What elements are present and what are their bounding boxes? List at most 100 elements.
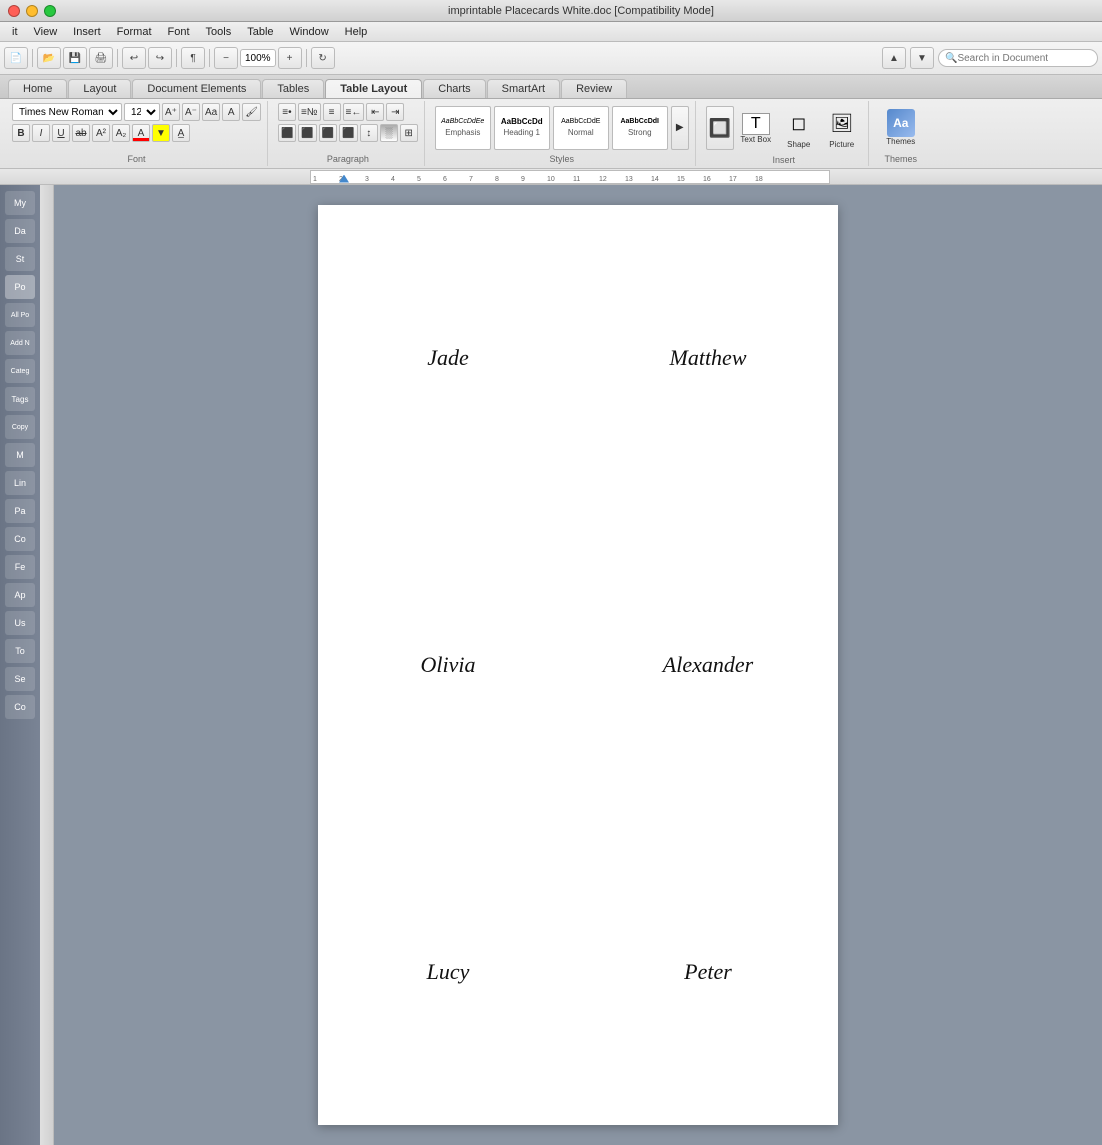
- sidebar-item-categ[interactable]: Categ: [5, 359, 35, 383]
- font-case[interactable]: Aa: [202, 103, 220, 121]
- maximize-button[interactable]: [44, 5, 56, 17]
- align-right[interactable]: ⬛: [319, 124, 337, 142]
- highlight-button[interactable]: ▼: [152, 124, 170, 142]
- pilcrow-button[interactable]: ¶: [181, 47, 205, 69]
- sidebar-item-lin[interactable]: Lin: [5, 471, 35, 495]
- tab-document-elements[interactable]: Document Elements: [132, 79, 261, 98]
- align-left[interactable]: ⬛: [278, 124, 296, 142]
- redo-button[interactable]: ↪: [148, 47, 172, 69]
- media-insert-button[interactable]: 🔲: [706, 106, 734, 150]
- font-size-select[interactable]: 12: [124, 103, 160, 121]
- scroll-up[interactable]: ▲: [882, 47, 906, 69]
- paragraph-section-label: Paragraph: [278, 152, 418, 164]
- minimize-button[interactable]: [26, 5, 38, 17]
- sidebar-item-st[interactable]: St: [5, 247, 35, 271]
- sidebar-item-fe[interactable]: Fe: [5, 555, 35, 579]
- style-emphasis[interactable]: AaBbCcDdEe Emphasis: [435, 106, 491, 150]
- ribbon-paragraph-section: ≡• ≡№ ≡ ≡← ⇤ ⇥ ⬛ ⬛ ⬛ ⬛ ↕ ░ ⊞ Paragraph: [272, 101, 425, 166]
- zoom-in[interactable]: +: [278, 47, 302, 69]
- align-center[interactable]: ⬛: [298, 124, 316, 142]
- menu-help[interactable]: Help: [337, 25, 376, 39]
- sidebar-item-da[interactable]: Da: [5, 219, 35, 243]
- line-spacing[interactable]: ↕: [360, 124, 378, 142]
- window-title: imprintable Placecards White.doc [Compat…: [68, 5, 1094, 17]
- underline-button[interactable]: U: [52, 124, 70, 142]
- sidebar-item-tags[interactable]: Tags: [5, 387, 35, 411]
- tab-home[interactable]: Home: [8, 79, 67, 98]
- open-button[interactable]: 📂: [37, 47, 61, 69]
- menu-tools[interactable]: Tools: [198, 25, 240, 39]
- tab-layout[interactable]: Layout: [68, 79, 131, 98]
- picture-button[interactable]: 🖼 Picture: [822, 103, 862, 153]
- zoom-out[interactable]: −: [214, 47, 238, 69]
- sidebar-item-ap[interactable]: Ap: [5, 583, 35, 607]
- search-input[interactable]: [957, 53, 1091, 64]
- sidebar-item-se[interactable]: Se: [5, 667, 35, 691]
- number-list[interactable]: ≡№: [298, 103, 321, 121]
- sidebar-item-m[interactable]: M: [5, 443, 35, 467]
- insert-section-label: Insert: [706, 153, 862, 165]
- strikethrough-button[interactable]: ab: [72, 124, 90, 142]
- styles-more[interactable]: ▶: [671, 106, 689, 150]
- style-normal[interactable]: AaBbCcDdE Normal: [553, 106, 609, 150]
- menu-format[interactable]: Format: [109, 25, 160, 39]
- menu-insert[interactable]: Insert: [65, 25, 109, 39]
- save-button[interactable]: 💾: [63, 47, 87, 69]
- style-strong[interactable]: AaBbCcDdI Strong: [612, 106, 668, 150]
- undo-button[interactable]: ↩: [122, 47, 146, 69]
- refresh-button[interactable]: ↻: [311, 47, 335, 69]
- bullet-list[interactable]: ≡•: [278, 103, 296, 121]
- style-heading1[interactable]: AaBbCcDd Heading 1: [494, 106, 550, 150]
- menu-view[interactable]: View: [26, 25, 66, 39]
- decrease-indent[interactable]: ⇤: [366, 103, 384, 121]
- sidebar-item-pa[interactable]: Pa: [5, 499, 35, 523]
- subscript-button[interactable]: A₂: [112, 124, 130, 142]
- tab-review[interactable]: Review: [561, 79, 627, 98]
- tab-table-layout[interactable]: Table Layout: [325, 79, 422, 98]
- outline-list[interactable]: ≡: [323, 103, 341, 121]
- superscript-button[interactable]: A²: [92, 124, 110, 142]
- align-justify[interactable]: ⬛: [339, 124, 357, 142]
- italic-button[interactable]: I: [32, 124, 50, 142]
- sidebar-item-co2[interactable]: Co: [5, 695, 35, 719]
- print-button[interactable]: 🖨: [89, 47, 113, 69]
- sidebar-item-co[interactable]: Co: [5, 527, 35, 551]
- borders[interactable]: ⊞: [400, 124, 418, 142]
- font-clear[interactable]: A: [222, 103, 240, 121]
- sidebar-item-us[interactable]: Us: [5, 611, 35, 635]
- font-name-select[interactable]: Times New Roman: [12, 103, 122, 121]
- placecard-lucy: Lucy: [318, 818, 578, 1125]
- close-button[interactable]: [8, 5, 20, 17]
- sidebar-item-my[interactable]: My: [5, 191, 35, 215]
- shape-icon: ◻: [783, 108, 815, 140]
- tab-tables[interactable]: Tables: [262, 79, 324, 98]
- increase-indent[interactable]: ⇥: [386, 103, 404, 121]
- menu-font[interactable]: Font: [160, 25, 198, 39]
- shape-button[interactable]: ◻ Shape: [779, 103, 819, 153]
- menu-it[interactable]: it: [4, 25, 26, 39]
- placecard-jade: Jade: [318, 205, 578, 512]
- sidebar-item-copy[interactable]: Copy: [5, 415, 35, 439]
- tab-charts[interactable]: Charts: [423, 79, 485, 98]
- scroll-down[interactable]: ▼: [910, 47, 934, 69]
- bold-button[interactable]: B: [12, 124, 30, 142]
- themes-button[interactable]: Aa Themes: [879, 106, 923, 149]
- text-effect[interactable]: A̲: [172, 124, 190, 142]
- menu-window[interactable]: Window: [282, 25, 337, 39]
- font-size-up[interactable]: A⁺: [162, 103, 180, 121]
- zoom-level[interactable]: 100%: [240, 49, 276, 67]
- sidebar-item-to[interactable]: To: [5, 639, 35, 663]
- textbox-button[interactable]: T Text Box: [736, 103, 776, 153]
- canvas-area[interactable]: Jade Matthew Olivia Alexander Lucy Peter: [54, 185, 1102, 1145]
- sidebar-item-allpo[interactable]: All Po: [5, 303, 35, 327]
- sidebar-item-addn[interactable]: Add N: [5, 331, 35, 355]
- sidebar-item-po[interactable]: Po: [5, 275, 35, 299]
- font-copy-format[interactable]: 🖌: [242, 103, 261, 121]
- menu-table[interactable]: Table: [239, 25, 281, 39]
- tab-smartart[interactable]: SmartArt: [487, 79, 560, 98]
- font-color-button[interactable]: A: [132, 124, 150, 142]
- paragraph-shading[interactable]: ░: [380, 124, 398, 142]
- list-indent[interactable]: ≡←: [343, 103, 365, 121]
- new-button[interactable]: 📄: [4, 47, 28, 69]
- font-size-down[interactable]: A⁻: [182, 103, 200, 121]
